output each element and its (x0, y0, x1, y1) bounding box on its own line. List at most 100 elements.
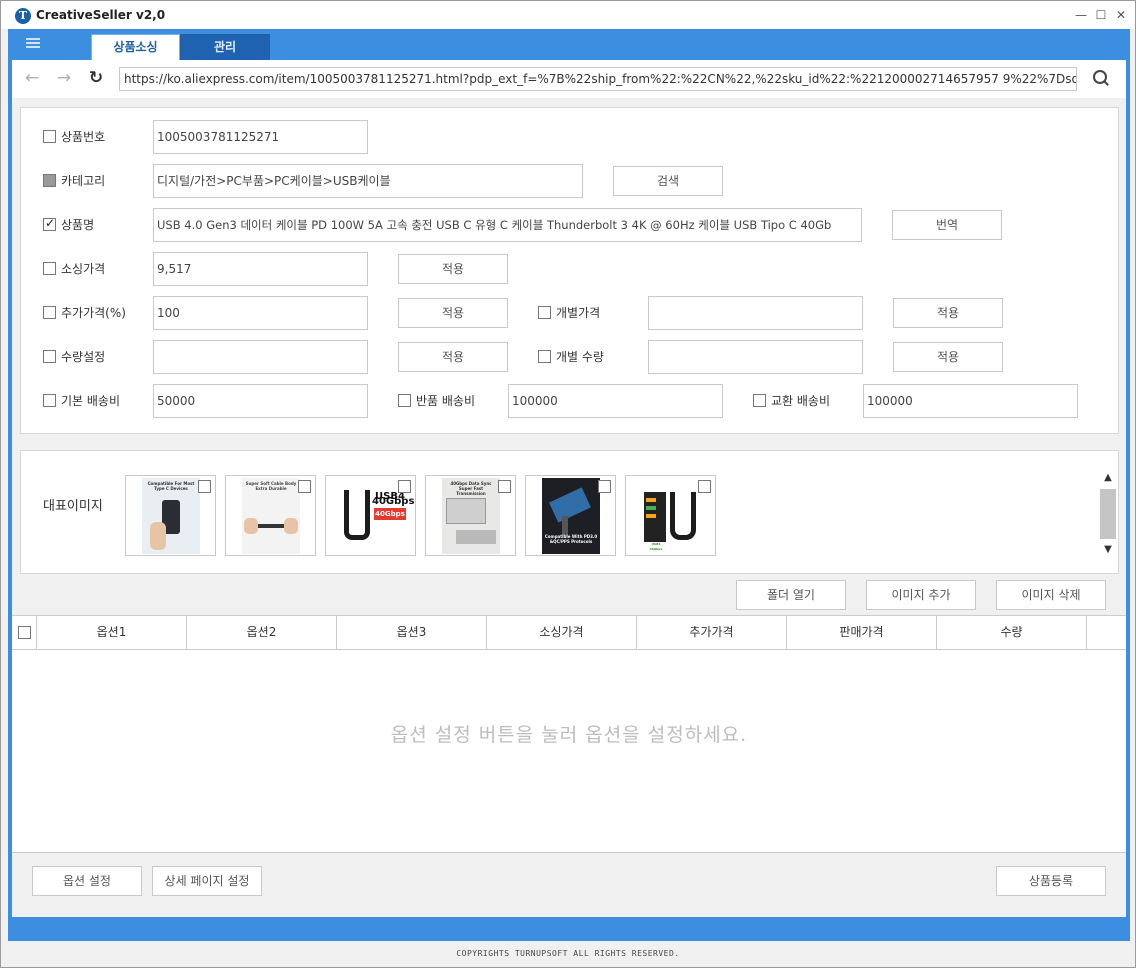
sourcing-price-checkbox[interactable] (43, 262, 56, 275)
individual-price-apply-button[interactable]: 적용 (893, 298, 1003, 328)
main-frame: 상품소싱 관리 ← → ↻ https://ko.aliexpress.com/… (8, 29, 1130, 941)
browser-nav-bar: ← → ↻ https://ko.aliexpress.com/item/100… (12, 60, 1126, 98)
option-settings-button[interactable]: 옵션 설정 (32, 866, 142, 896)
add-price-apply-button[interactable]: 적용 (398, 298, 508, 328)
back-arrow-icon[interactable]: ← (22, 68, 42, 88)
title-bar: T CreativeSeller v2,0 — ☐ ✕ (1, 1, 1135, 29)
column-header[interactable]: 수량 (937, 616, 1087, 649)
column-header[interactable]: 옵션3 (337, 616, 487, 649)
app-title: CreativeSeller v2,0 (36, 8, 166, 22)
product-name-input[interactable]: USB 4.0 Gen3 데이터 케이블 PD 100W 5A 고속 충전 US… (153, 208, 862, 242)
image-caption: USB4 40Gbps (649, 542, 663, 551)
return-shipping-input[interactable]: 100000 (508, 384, 723, 418)
exchange-shipping-input[interactable]: 100000 (863, 384, 1078, 418)
product-no-checkbox[interactable] (43, 130, 56, 143)
individual-price-input[interactable] (648, 296, 863, 330)
image-thumb[interactable]: USB4 40Gbps (625, 475, 716, 556)
column-header[interactable]: 판매가격 (787, 616, 937, 649)
select-all-cell (12, 616, 37, 649)
product-no-input[interactable]: 1005003781125271 (153, 120, 368, 154)
image-caption: USB4 40Gbps (372, 491, 415, 507)
product-name-checkbox[interactable] (43, 216, 56, 231)
forward-arrow-icon[interactable]: → (54, 68, 74, 88)
image-thumb[interactable]: Compatible With PD3.0 &QC/PPS Protocols (525, 475, 616, 556)
column-header[interactable]: 옵션1 (37, 616, 187, 649)
category-label: 카테고리 (61, 174, 106, 188)
exchange-shipping-label: 교환 배송비 (771, 394, 831, 408)
column-header[interactable]: 추가가격 (637, 616, 787, 649)
column-header[interactable]: 옵션2 (187, 616, 337, 649)
sourcing-price-apply-button[interactable]: 적용 (398, 254, 508, 284)
tab-bar: 상품소싱 관리 (8, 29, 1130, 60)
search-icon[interactable] (1091, 68, 1111, 88)
select-all-checkbox[interactable] (18, 626, 31, 639)
options-grid: 옵션1 옵션2 옵션3 소싱가격 추가가격 판매가격 수량 옵션 설정 버튼을 … (12, 615, 1126, 853)
sourcing-price-label: 소싱가격 (61, 262, 106, 276)
image-thumb[interactable]: 40Gbps USB4 40Gbps (325, 475, 416, 556)
copyright-footer: COPYRIGHTS TURNUPSOFT ALL RIGHTS RESERVE… (456, 949, 680, 958)
image-caption: Super Soft Cable Body Extra Durable (245, 481, 297, 491)
url-input[interactable]: https://ko.aliexpress.com/item/100500378… (119, 67, 1077, 91)
app-logo-icon: T (15, 8, 31, 24)
image-select-checkbox[interactable] (698, 480, 711, 493)
scroll-thumb[interactable] (1100, 489, 1116, 539)
close-icon[interactable]: ✕ (1113, 7, 1129, 23)
base-shipping-label: 기본 배송비 (61, 394, 121, 408)
maximize-icon[interactable]: ☐ (1093, 7, 1109, 23)
image-select-checkbox[interactable] (198, 480, 211, 493)
image-caption: Compatible With PD3.0 &QC/PPS Protocols (544, 534, 598, 544)
image-thumb[interactable]: Super Soft Cable Body Extra Durable (225, 475, 316, 556)
app-window: T CreativeSeller v2,0 — ☐ ✕ 상품소싱 관리 ← → … (0, 0, 1136, 968)
image-thumb[interactable]: Compatible For Most Type C Devices (125, 475, 216, 556)
add-price-label: 추가가격(%) (61, 306, 126, 320)
delete-image-button[interactable]: 이미지 삭제 (996, 580, 1106, 610)
individual-price-checkbox[interactable] (538, 306, 551, 319)
image-caption: 40Gbps Data Sync Super Fast Transmission (450, 481, 492, 496)
base-shipping-input[interactable]: 50000 (153, 384, 368, 418)
exchange-shipping-checkbox[interactable] (753, 394, 766, 407)
scroll-down-icon[interactable]: ▼ (1099, 541, 1117, 559)
individual-qty-checkbox[interactable] (538, 350, 551, 363)
image-select-checkbox[interactable] (598, 480, 611, 493)
product-form-panel: 상품번호 1005003781125271 카테고리 디지털/가전>PC부품>P… (20, 107, 1119, 434)
add-price-checkbox[interactable] (43, 306, 56, 319)
sourcing-price-input[interactable]: 9,517 (153, 252, 368, 286)
add-image-button[interactable]: 이미지 추가 (866, 580, 976, 610)
product-name-label: 상품명 (61, 218, 95, 232)
individual-qty-label: 개별 수량 (556, 350, 604, 364)
category-input[interactable]: 디지털/가전>PC부품>PC케이블>USB케이블 (153, 164, 583, 198)
images-scrollbar[interactable]: ▲ ▼ (1099, 469, 1117, 559)
individual-qty-apply-button[interactable]: 적용 (893, 342, 1003, 372)
add-price-input[interactable]: 100 (153, 296, 368, 330)
minimize-icon[interactable]: — (1073, 7, 1089, 23)
image-select-checkbox[interactable] (398, 480, 411, 493)
image-thumb[interactable]: 40Gbps Data Sync Super Fast Transmission (425, 475, 516, 556)
scroll-up-icon[interactable]: ▲ (1099, 469, 1117, 487)
quantity-label: 수량설정 (61, 350, 106, 364)
image-select-checkbox[interactable] (298, 480, 311, 493)
register-product-button[interactable]: 상품등록 (996, 866, 1106, 896)
images-panel: 대표이미지 Compatible For Most Type C Devices (20, 450, 1119, 574)
tab-sourcing[interactable]: 상품소싱 (91, 34, 180, 60)
content-area: ← → ↻ https://ko.aliexpress.com/item/100… (12, 60, 1126, 917)
category-search-button[interactable]: 검색 (613, 166, 723, 196)
image-select-checkbox[interactable] (498, 480, 511, 493)
quantity-checkbox[interactable] (43, 350, 56, 363)
menu-icon[interactable] (26, 38, 40, 48)
individual-qty-input[interactable] (648, 340, 863, 374)
translate-button[interactable]: 번역 (892, 210, 1002, 240)
quantity-apply-button[interactable]: 적용 (398, 342, 508, 372)
return-shipping-label: 반품 배송비 (416, 394, 476, 408)
return-shipping-checkbox[interactable] (398, 394, 411, 407)
quantity-input[interactable] (153, 340, 368, 374)
base-shipping-checkbox[interactable] (43, 394, 56, 407)
detail-page-settings-button[interactable]: 상세 페이지 설정 (152, 866, 262, 896)
grid-header: 옵션1 옵션2 옵션3 소싱가격 추가가격 판매가격 수량 (12, 616, 1126, 650)
tab-manage[interactable]: 관리 (180, 34, 270, 60)
reload-icon[interactable]: ↻ (86, 68, 106, 88)
open-folder-button[interactable]: 폴더 열기 (736, 580, 846, 610)
category-checkbox[interactable] (43, 174, 56, 187)
image-caption: Compatible For Most Type C Devices (147, 481, 195, 491)
individual-price-label: 개별가격 (556, 306, 601, 320)
column-header[interactable]: 소싱가격 (487, 616, 637, 649)
